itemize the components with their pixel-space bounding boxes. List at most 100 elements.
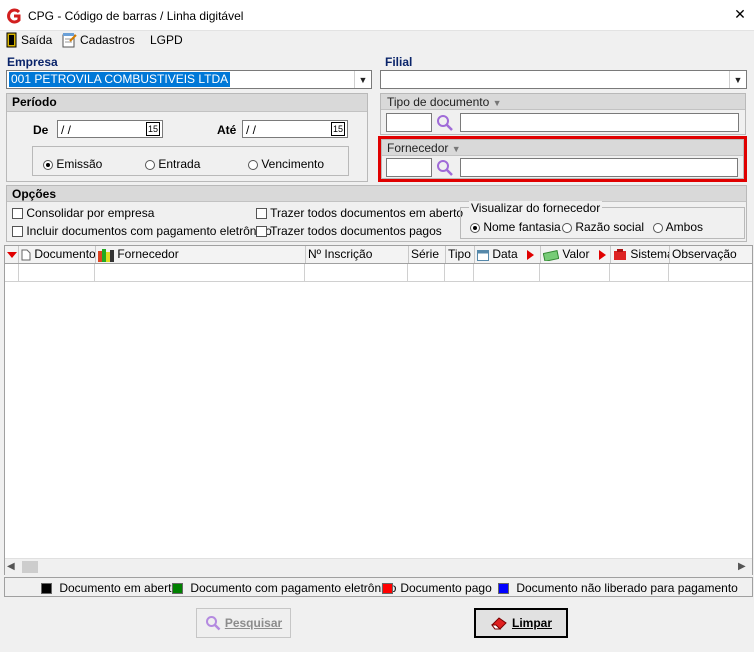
- lgpd-label: LGPD: [150, 33, 183, 47]
- eraser-icon: [490, 617, 507, 630]
- col-tipo-label: Tipo: [448, 247, 471, 261]
- calendar-icon[interactable]: 15: [145, 122, 160, 136]
- filial-label: Filial: [385, 55, 413, 69]
- chevron-down-icon[interactable]: ▼: [729, 71, 746, 88]
- col-documento[interactable]: Documento: [19, 246, 96, 263]
- legend-swatch: [41, 583, 52, 595]
- exit-button[interactable]: Saída: [6, 31, 52, 49]
- legend-label: Documento em aberto: [59, 581, 179, 595]
- legend-item-aberto: Documento em aberto: [41, 581, 178, 595]
- tipo-documento-label: Tipo de documento: [387, 95, 490, 109]
- radio-ambos[interactable]: Ambos: [653, 220, 703, 234]
- close-icon[interactable]: ✕: [732, 6, 748, 23]
- fornecedor-description-field[interactable]: [460, 158, 738, 177]
- scroll-right-icon[interactable]: ▶: [738, 561, 746, 572]
- radio-razao-social[interactable]: Razão social: [562, 220, 644, 234]
- sort-arrow-icon: ▼: [492, 98, 502, 108]
- check-pagamento-eletronico[interactable]: Incluir documentos com pagamento eletrôn…: [12, 224, 272, 238]
- empresa-combobox[interactable]: 001 PETROVILA COMBUSTIVEIS LTDA ▼: [6, 70, 372, 89]
- col-serie-label: Série: [411, 247, 440, 261]
- col-fornecedor[interactable]: Fornecedor: [96, 246, 306, 263]
- de-label: De: [33, 123, 49, 137]
- col-valor-label: Valor: [562, 247, 590, 261]
- radio-indicator: [43, 159, 53, 170]
- scroll-left-icon[interactable]: ◀: [7, 561, 15, 572]
- checkbox-indicator: [12, 208, 23, 220]
- de-date-field[interactable]: / / 15: [57, 120, 163, 138]
- radio-indicator: [562, 222, 572, 233]
- sort-down-icon: [6, 252, 17, 258]
- app-logo-icon: [7, 8, 21, 24]
- search-button[interactable]: Pesquisar: [196, 608, 291, 638]
- calendar-icon[interactable]: 15: [330, 122, 345, 136]
- col-data-label: Data: [492, 247, 518, 261]
- checkbox-indicator: [256, 208, 267, 220]
- legend-label: Documento pago: [400, 581, 492, 595]
- calendar-icon: [477, 249, 489, 261]
- radio-indicator: [248, 159, 258, 170]
- radio-emissao-label: Emissão: [56, 157, 103, 171]
- row-indicator-header[interactable]: [5, 246, 19, 263]
- sort-arrow-icon: [598, 249, 606, 260]
- col-data[interactable]: Data: [475, 246, 541, 263]
- row-separator: [407, 264, 408, 281]
- radio-nome-fantasia[interactable]: Nome fantasia: [470, 220, 561, 234]
- periodo-group: Período De / / 15 Até / / 15 Emissão Ent…: [6, 93, 368, 182]
- checkbox-indicator: [12, 226, 23, 238]
- check-consolidar[interactable]: Consolidar por empresa: [12, 206, 154, 220]
- fornecedor-code-field[interactable]: [386, 158, 432, 177]
- check-consolidar-label: Consolidar por empresa: [26, 206, 155, 220]
- search-icon[interactable]: [436, 159, 454, 177]
- col-inscricao[interactable]: Nº Inscrição: [306, 246, 409, 263]
- legend-item-pago: Documento pago: [382, 581, 492, 595]
- radio-entrada[interactable]: Entrada: [145, 157, 200, 171]
- results-grid[interactable]: [4, 245, 753, 575]
- money-icon: [542, 249, 560, 262]
- chevron-down-icon[interactable]: ▼: [354, 71, 371, 88]
- check-pagos[interactable]: Trazer todos documentos pagos: [256, 224, 442, 238]
- legend-bar: Documento em aberto Documento com pagame…: [4, 577, 753, 597]
- radio-indicator: [653, 222, 663, 233]
- col-valor[interactable]: Valor: [541, 246, 611, 263]
- legend-label: Documento com pagamento eletrônico: [190, 581, 397, 595]
- exit-door-icon: [6, 32, 17, 48]
- radio-nome-fantasia-label: Nome fantasia: [483, 220, 561, 234]
- document-icon: [21, 249, 31, 261]
- radio-vencimento[interactable]: Vencimento: [248, 157, 324, 171]
- clear-button[interactable]: Limpar: [474, 608, 568, 638]
- clear-label: Limpar: [511, 616, 552, 630]
- radio-emissao[interactable]: Emissão: [43, 157, 102, 171]
- row-separator: [304, 264, 305, 281]
- col-serie[interactable]: Série: [409, 246, 446, 263]
- window-title: CPG - Código de barras / Linha digitável: [28, 9, 244, 23]
- filial-combobox[interactable]: ▼: [380, 70, 747, 89]
- legend-swatch: [172, 583, 183, 595]
- col-observacao[interactable]: Observação: [670, 246, 752, 263]
- fornecedor-header: Fornecedor ▼: [382, 140, 743, 156]
- scroll-thumb[interactable]: [22, 561, 38, 573]
- row-separator: [94, 264, 95, 281]
- radio-indicator: [145, 159, 155, 170]
- horizontal-scrollbar[interactable]: ◀ ▶: [5, 558, 752, 575]
- check-em-aberto[interactable]: Trazer todos documentos em aberto: [256, 206, 463, 220]
- tipo-documento-code-field[interactable]: [386, 113, 432, 132]
- de-date-value: / /: [61, 123, 72, 137]
- opcoes-group: Opções Consolidar por empresa Incluir do…: [6, 185, 747, 242]
- periodo-title: Período: [7, 94, 367, 112]
- lgpd-button[interactable]: LGPD: [150, 31, 183, 49]
- row-separator: [668, 264, 669, 281]
- legend-item-nao-liberado: Documento não liberado para pagamento: [498, 581, 738, 595]
- visualizar-fornecedor-box: Visualizar do fornecedor Nome fantasia R…: [460, 201, 745, 239]
- ate-date-field[interactable]: / / 15: [242, 120, 348, 138]
- table-row[interactable]: [5, 264, 752, 282]
- tipo-documento-description-field[interactable]: [460, 113, 739, 132]
- search-icon[interactable]: [436, 114, 454, 132]
- search-label: Pesquisar: [224, 616, 283, 630]
- col-sistema-label: Sistema: [630, 247, 670, 261]
- col-inscricao-label: Nº Inscrição: [308, 247, 373, 261]
- col-tipo[interactable]: Tipo: [446, 246, 475, 263]
- col-sistema[interactable]: Sistema: [611, 246, 670, 263]
- registers-button[interactable]: Cadastros: [61, 31, 135, 49]
- radio-entrada-label: Entrada: [158, 157, 201, 171]
- empresa-selected-value: 001 PETROVILA COMBUSTIVEIS LTDA: [9, 72, 231, 87]
